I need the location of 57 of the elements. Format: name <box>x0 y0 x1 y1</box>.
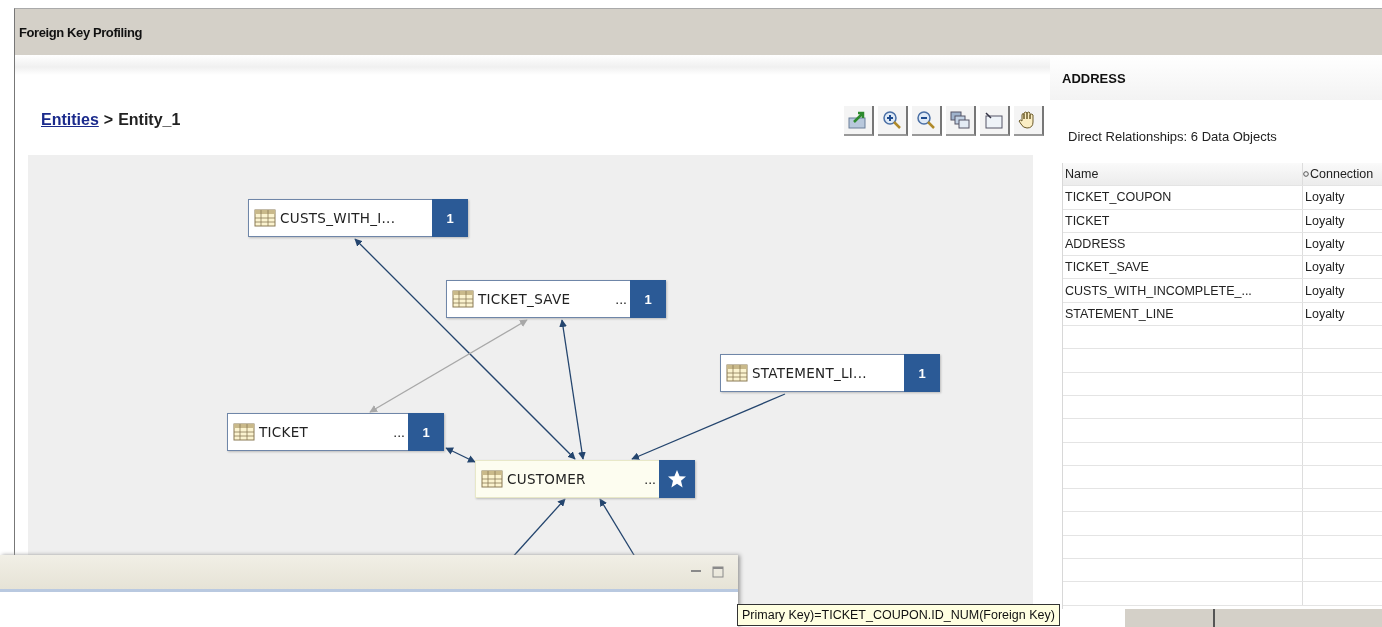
pan-button[interactable] <box>1014 106 1044 136</box>
layers-button[interactable] <box>946 106 976 136</box>
entity-name: STATEMENT_LI... <box>752 365 867 381</box>
table-cell: ADDRESS <box>1063 232 1303 256</box>
breadcrumb-separator: > <box>103 111 114 129</box>
entity-node[interactable]: TICKET_SAVE ... 1 <box>446 280 666 318</box>
table-cell-text: Loyalty <box>1304 305 1346 323</box>
entity-name: CUSTS_WITH_I... <box>280 210 396 226</box>
table-cell: STATEMENT_LINE <box>1063 302 1303 326</box>
details-title: ADDRESS <box>1062 71 1126 86</box>
entity-name: TICKET <box>259 424 309 440</box>
export-button[interactable] <box>844 106 874 136</box>
column-header[interactable]: Name <box>1063 163 1303 186</box>
table-cell-text: Loyalty <box>1304 236 1346 254</box>
table-icon <box>481 469 503 489</box>
count-badge: 1 <box>432 199 468 237</box>
fit-button[interactable] <box>980 106 1010 136</box>
tooltip: Primary Key)=TICKET_COUPON.ID_NUM(Foreign Key) <box>737 604 1060 626</box>
zoom-in-button[interactable] <box>878 106 908 136</box>
relationship-summary: Direct Relationships: 6 Data Objects <box>1067 128 1278 146</box>
table-icon <box>254 208 276 228</box>
table-cell: TICKET_COUPON <box>1063 186 1303 209</box>
table-icon <box>726 363 748 383</box>
entity-name: TICKET_SAVE <box>478 291 571 307</box>
window-icon <box>983 110 1005 130</box>
column-header[interactable]: Connection <box>1310 167 1374 182</box>
export-icon <box>847 110 869 130</box>
sort-indicator-icon <box>1303 171 1309 178</box>
table-icon <box>233 422 255 442</box>
table-cell: TICKET <box>1063 209 1303 232</box>
count-badge: 1 <box>408 413 444 451</box>
table-cell: TICKET_SAVE <box>1063 256 1303 279</box>
count-badge: 1 <box>630 280 666 318</box>
table-cell-text: Loyalty <box>1304 282 1346 300</box>
table-icon <box>452 289 474 309</box>
more-indicator: ... <box>393 424 406 440</box>
entity-node[interactable]: STATEMENT_LI... 1 <box>720 354 940 392</box>
zoom-out-icon <box>915 110 937 130</box>
entity-node[interactable]: TICKET ... 1 <box>227 413 444 451</box>
more-indicator: ... <box>644 471 657 487</box>
breadcrumb-current: Entity_1 <box>118 111 181 129</box>
maximize-icon[interactable] <box>712 566 724 578</box>
more-indicator: ... <box>615 291 628 307</box>
entity-node[interactable]: CUSTOMER ... <box>475 460 695 498</box>
zoom-in-icon <box>881 110 903 130</box>
table-cell: CUSTS_WITH_INCOMPLETE_... <box>1063 279 1303 302</box>
star-icon <box>667 469 687 489</box>
table-cell-text: Loyalty <box>1304 212 1346 230</box>
breadcrumb-link[interactable]: Entities <box>41 111 99 129</box>
entity-node[interactable]: CUSTS_WITH_I... 1 <box>248 199 468 237</box>
zoom-out-button[interactable] <box>912 106 942 136</box>
panel-title: Foreign Key Profiling <box>19 24 143 40</box>
stacked-windows-icon <box>949 110 971 130</box>
entity-name: CUSTOMER <box>507 471 586 487</box>
count-badge: 1 <box>904 354 940 392</box>
table-cell-text: Loyalty <box>1304 189 1346 207</box>
table-cell-text: Loyalty <box>1304 259 1346 277</box>
